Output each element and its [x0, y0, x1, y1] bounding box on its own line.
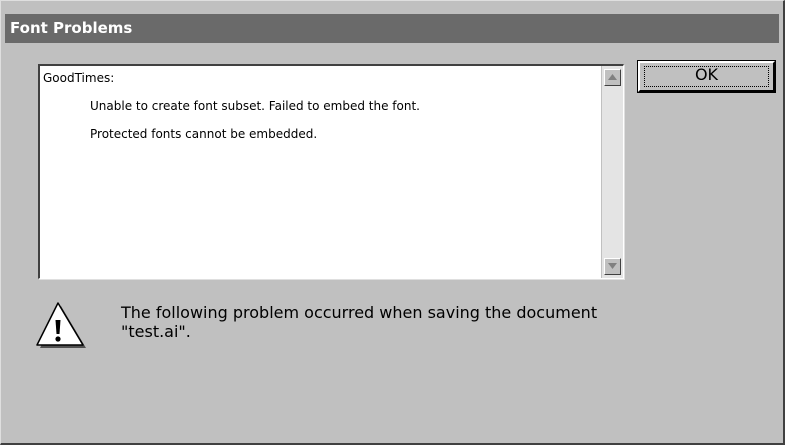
window-title: Font Problems — [10, 19, 133, 37]
ok-button[interactable]: OK — [637, 60, 776, 93]
title-bar[interactable]: Font Problems — [5, 14, 779, 43]
problem-message-line2: "test.ai". — [121, 322, 191, 341]
scroll-down-arrow-icon — [608, 263, 617, 269]
problem-detail-line: Unable to create font subset. Failed to … — [90, 99, 420, 113]
scroll-up-arrow-icon — [608, 74, 617, 80]
problem-details-content: GoodTimes: Unable to create font subset.… — [40, 66, 601, 278]
problem-message-line1: The following problem occurred when savi… — [121, 303, 598, 322]
ok-button-label: OK — [694, 65, 719, 84]
problem-message: The following problem occurred when savi… — [121, 303, 621, 341]
font-problems-dialog: Font Problems GoodTimes: Unable to creat… — [0, 0, 785, 445]
problem-detail-line: Protected fonts cannot be embedded. — [90, 127, 318, 141]
font-name-label: GoodTimes: — [43, 71, 115, 85]
problem-details-list[interactable]: GoodTimes: Unable to create font subset.… — [38, 64, 624, 279]
scroll-up-button[interactable] — [604, 69, 621, 86]
warning-icon — [36, 302, 86, 348]
vertical-scrollbar[interactable] — [601, 66, 623, 278]
scroll-down-button[interactable] — [604, 258, 621, 275]
